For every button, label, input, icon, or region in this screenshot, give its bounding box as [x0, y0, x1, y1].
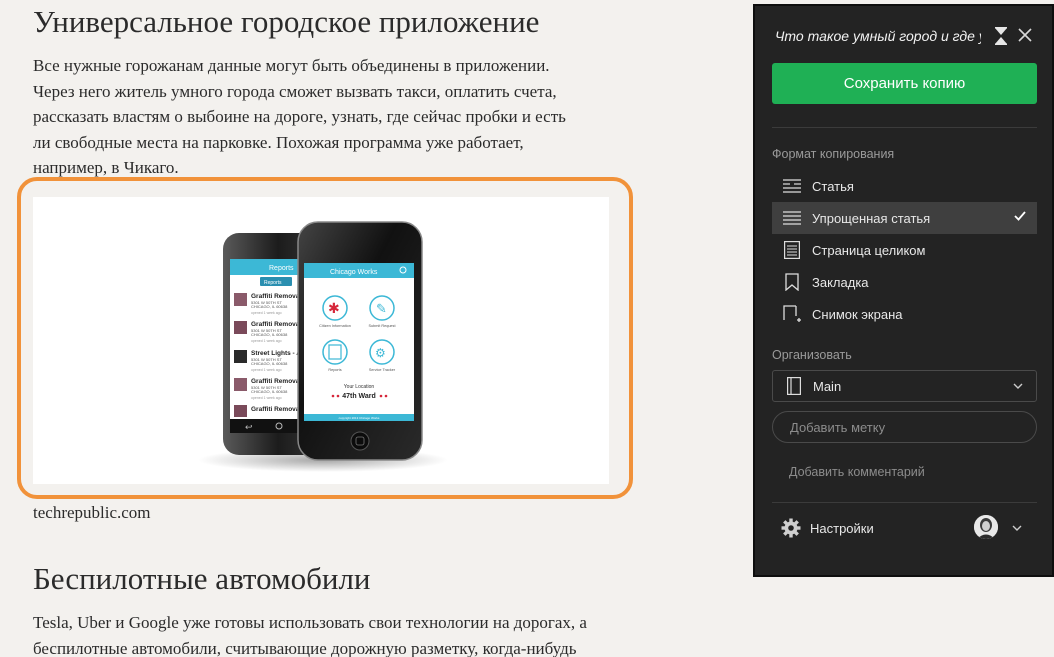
svg-text:47th Ward: 47th Ward	[342, 393, 376, 400]
format-option-screenshot[interactable]: Снимок экрана	[772, 298, 1037, 330]
format-option-bookmark[interactable]: Закладка	[772, 266, 1037, 298]
format-label: Упрощенная статья	[812, 210, 931, 226]
screenshot-icon	[783, 305, 801, 323]
section-heading: Универсальное городское приложение	[33, 4, 540, 39]
notebook-select[interactable]: Main	[772, 370, 1037, 402]
svg-text:Submit Request: Submit Request	[368, 324, 396, 328]
simplified-article-icon	[783, 209, 801, 227]
svg-text:✎: ✎	[376, 302, 387, 317]
note-title[interactable]: Что такое умный город и где уже	[775, 28, 981, 44]
svg-text:opened 1 week ago: opened 1 week ago	[251, 339, 282, 343]
settings-label: Настройки	[810, 520, 874, 536]
article-image: Reports Reports Graffiti Remova 5301 W 5…	[33, 197, 609, 484]
chevron-down-icon	[1013, 383, 1023, 389]
phone-left-tab: Reports	[264, 280, 282, 286]
format-label: Статья	[812, 178, 854, 194]
add-tag-input[interactable]: Добавить метку	[772, 411, 1037, 443]
svg-text:CHICAGO, IL 60638: CHICAGO, IL 60638	[251, 389, 288, 394]
close-icon[interactable]	[1016, 26, 1034, 44]
svg-text:CHICAGO, IL 60638: CHICAGO, IL 60638	[251, 361, 288, 366]
phone-left-header: Reports	[269, 265, 294, 272]
svg-text:opened 1 week ago: opened 1 week ago	[251, 311, 282, 315]
svg-text:Service Tracker: Service Tracker	[369, 368, 396, 372]
notebook-icon	[787, 377, 801, 395]
phone-right: Chicago Works ✱ ✎ ⚙ Citizen Information …	[297, 221, 423, 461]
section-heading: Беспилотные автомобили	[33, 561, 371, 596]
phone-right-header: Chicago Works	[330, 269, 378, 276]
format-section-label: Формат копирования	[772, 147, 895, 161]
svg-text:Graffiti Remova: Graffiti Remova	[251, 406, 300, 413]
avatar[interactable]	[974, 515, 998, 539]
collapse-icon[interactable]	[994, 27, 1008, 45]
article-icon	[783, 177, 801, 195]
save-copy-button[interactable]: Сохранить копию	[772, 63, 1037, 104]
format-label: Страница целиком	[812, 242, 926, 258]
svg-text:Your Location: Your Location	[344, 384, 375, 390]
svg-text:copyright 2013 Chicago Works: copyright 2013 Chicago Works	[339, 416, 380, 420]
svg-text:⚙: ⚙	[375, 346, 386, 360]
check-icon	[1014, 211, 1026, 221]
article-paragraph: Tesla, Uber и Google уже готовы использо…	[33, 613, 587, 657]
format-option-article[interactable]: Статья	[772, 170, 1037, 202]
notebook-name: Main	[813, 378, 842, 394]
full-page-icon	[783, 241, 801, 259]
web-clipper-panel: Что такое умный город и где уже Сохранит…	[753, 4, 1054, 577]
chevron-down-icon[interactable]	[1011, 522, 1023, 534]
bookmark-icon	[783, 273, 801, 291]
add-comment-field[interactable]: Добавить комментарий	[789, 465, 925, 479]
divider	[772, 502, 1037, 503]
svg-text:Street Lights - A: Street Lights - A	[251, 350, 301, 357]
svg-text:✱: ✱	[328, 301, 340, 317]
svg-text:Graffiti Remova: Graffiti Remova	[251, 378, 300, 385]
gear-icon	[781, 518, 801, 538]
svg-text:CHICAGO, IL 60638: CHICAGO, IL 60638	[251, 332, 288, 337]
panel-header: Что такое умный город и где уже	[755, 6, 1052, 64]
divider	[772, 127, 1037, 128]
image-caption: techrepublic.com	[33, 503, 151, 522]
svg-text:Graffiti Remova: Graffiti Remova	[251, 293, 300, 300]
svg-text:opened 1 week ago: opened 1 week ago	[251, 396, 282, 400]
svg-text:Graffiti Remova: Graffiti Remova	[251, 321, 300, 328]
format-label: Закладка	[812, 274, 869, 290]
svg-text:CHICAGO, IL 60638: CHICAGO, IL 60638	[251, 304, 288, 309]
organize-section-label: Организовать	[772, 348, 852, 362]
format-label: Снимок экрана	[812, 306, 903, 322]
article-paragraph: Все нужные горожанам данные могут быть о…	[33, 56, 566, 177]
svg-text:opened 1 week ago: opened 1 week ago	[251, 368, 282, 372]
format-option-simplified-article[interactable]: Упрощенная статья	[772, 202, 1037, 234]
svg-text:Citizen Information: Citizen Information	[319, 324, 351, 328]
settings-button[interactable]: Настройки	[781, 517, 874, 539]
svg-text:↩: ↩	[245, 423, 253, 433]
format-option-full-page[interactable]: Страница целиком	[772, 234, 1037, 266]
svg-text:Reports: Reports	[328, 368, 341, 372]
